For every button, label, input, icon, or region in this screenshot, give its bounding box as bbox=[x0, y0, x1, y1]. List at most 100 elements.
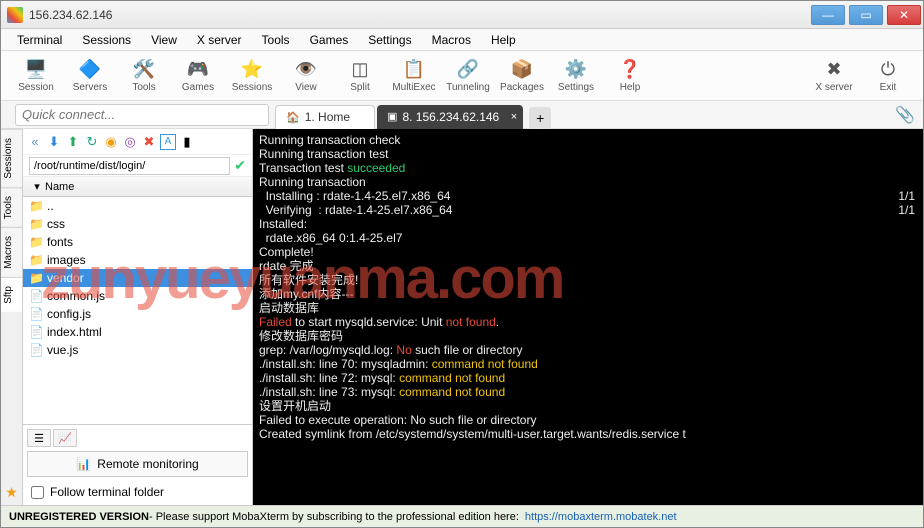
terminal-line: Running transaction test bbox=[259, 147, 917, 161]
sidetab-sftp[interactable]: Sftp bbox=[1, 277, 22, 312]
path-bar: ✔ bbox=[23, 155, 252, 177]
monitor-icon: 📊 bbox=[76, 457, 91, 471]
sidetab-sessions[interactable]: Sessions bbox=[1, 129, 22, 187]
terminal-line: rdate 完成 bbox=[259, 259, 917, 273]
follow-checkbox-input[interactable] bbox=[31, 486, 44, 499]
upload-icon[interactable]: ⬆ bbox=[65, 134, 81, 150]
menu-terminal[interactable]: Terminal bbox=[7, 31, 72, 49]
toolbar-split[interactable]: ◫Split bbox=[333, 59, 387, 93]
tree-view-icon[interactable]: ☰ bbox=[27, 429, 51, 447]
parent-dir-icon[interactable]: ◉ bbox=[103, 134, 119, 150]
download-icon[interactable]: ⬇ bbox=[46, 134, 62, 150]
toolbar-help[interactable]: ❓Help bbox=[603, 59, 657, 93]
toolbar-tunneling[interactable]: 🔗Tunneling bbox=[441, 59, 495, 93]
terminal-line: ./install.sh: line 73: mysql: command no… bbox=[259, 385, 917, 399]
sidebar-tab-strip: SessionsToolsMacrosSftp ★ bbox=[1, 129, 23, 505]
terminal-line: Failed to execute operation: No such fil… bbox=[259, 413, 917, 427]
file-row[interactable]: 📄vue.js bbox=[23, 341, 252, 359]
file-row[interactable]: 📁images bbox=[23, 251, 252, 269]
file-icon: 📁 bbox=[29, 199, 47, 213]
status-text: - Please support MobaXterm by subscribin… bbox=[149, 511, 519, 523]
file-icon: 📁 bbox=[29, 271, 47, 285]
tab-add-button[interactable]: + bbox=[529, 107, 551, 129]
file-row[interactable]: 📁.. bbox=[23, 197, 252, 215]
exit-icon: ⏻ bbox=[881, 59, 895, 80]
properties-icon[interactable]: A bbox=[160, 134, 176, 150]
file-row[interactable]: 📁css bbox=[23, 215, 252, 233]
sessions-icon: ⭐ bbox=[241, 59, 263, 80]
menu-sessions[interactable]: Sessions bbox=[72, 31, 141, 49]
file-icon: 📄 bbox=[29, 325, 47, 339]
terminal-line: 所有软件安装完成! bbox=[259, 273, 917, 287]
status-link[interactable]: https://mobaxterm.mobatek.net bbox=[525, 511, 677, 523]
toolbar-games[interactable]: 🎮Games bbox=[171, 59, 225, 93]
file-row[interactable]: 📁vendor bbox=[23, 269, 252, 287]
toolbar-settings[interactable]: ⚙️Settings bbox=[549, 59, 603, 93]
terminal-line: Running transaction check bbox=[259, 133, 917, 147]
games-icon: 🎮 bbox=[187, 59, 209, 80]
terminal-line: Complete! bbox=[259, 245, 917, 259]
toolbar-x server[interactable]: ✖X server bbox=[807, 59, 861, 93]
collapse-sidebar-icon[interactable]: « bbox=[27, 134, 43, 150]
toolbar-tools[interactable]: 🛠️Tools bbox=[117, 59, 171, 93]
file-icon: 📄 bbox=[29, 289, 47, 303]
terminal-line: rdate.x86_64 0:1.4-25.el7 bbox=[259, 231, 917, 245]
toolbar-multiexec[interactable]: 📋MultiExec bbox=[387, 59, 441, 93]
attachment-icon[interactable]: 📎 bbox=[895, 105, 915, 125]
terminal-line: ./install.sh: line 70: mysqladmin: comma… bbox=[259, 357, 917, 371]
terminal-output[interactable]: Running transaction checkRunning transac… bbox=[253, 129, 923, 505]
file-icon: 📁 bbox=[29, 253, 47, 267]
tools-icon: 🛠️ bbox=[133, 59, 155, 80]
help-icon: ❓ bbox=[619, 59, 641, 80]
tab-close-icon[interactable]: × bbox=[511, 111, 517, 123]
menu-games[interactable]: Games bbox=[300, 31, 359, 49]
delete-icon[interactable]: ✖ bbox=[141, 134, 157, 150]
sftp-sidebar: « ⬇ ⬆ ↻ ◉ ◎ ✖ A ▮ ✔ ▾ Name 📁..📁css📁fonts… bbox=[23, 129, 253, 505]
sidetab-macros[interactable]: Macros bbox=[1, 227, 22, 277]
close-button[interactable]: ✕ bbox=[887, 5, 921, 25]
toolbar-packages[interactable]: 📦Packages bbox=[495, 59, 549, 93]
toolbar-view[interactable]: 👁️View bbox=[279, 59, 333, 93]
toggle-icon[interactable]: ▮ bbox=[179, 134, 195, 150]
tunneling-icon: 🔗 bbox=[457, 59, 479, 80]
toolbar-session[interactable]: 🖥️Session bbox=[9, 59, 63, 93]
remote-monitoring-button[interactable]: 📊 Remote monitoring bbox=[27, 451, 248, 477]
file-row[interactable]: 📄common.js bbox=[23, 287, 252, 305]
file-list: 📁..📁css📁fonts📁images📁vendor📄common.js📄co… bbox=[23, 197, 252, 424]
toolbar-servers[interactable]: 🔷Servers bbox=[63, 59, 117, 93]
refresh-icon[interactable]: ↻ bbox=[84, 134, 100, 150]
terminal-line: Failed to start mysqld.service: Unit not… bbox=[259, 315, 917, 329]
menu-view[interactable]: View bbox=[141, 31, 187, 49]
file-row[interactable]: 📄index.html bbox=[23, 323, 252, 341]
file-row[interactable]: 📄config.js bbox=[23, 305, 252, 323]
settings-icon: ⚙️ bbox=[565, 59, 587, 80]
connect-bar: 🏠1. Home ▣8. 156.234.62.146× + 📎 bbox=[1, 101, 923, 129]
minimize-button[interactable]: — bbox=[811, 5, 845, 25]
file-icon: 📄 bbox=[29, 307, 47, 321]
new-folder-icon[interactable]: ◎ bbox=[122, 134, 138, 150]
multiexec-icon: 📋 bbox=[403, 59, 425, 80]
sidetab-tools[interactable]: Tools bbox=[1, 187, 22, 227]
tab-active-session[interactable]: ▣8. 156.234.62.146× bbox=[377, 105, 523, 129]
menu-tools[interactable]: Tools bbox=[252, 31, 300, 49]
favorite-icon[interactable]: ★ bbox=[1, 480, 22, 505]
follow-terminal-checkbox[interactable]: Follow terminal folder bbox=[27, 483, 248, 501]
home-icon: 🏠 bbox=[286, 111, 300, 124]
tree-buttons: ☰ 📈 bbox=[27, 429, 248, 447]
tab-home[interactable]: 🏠1. Home bbox=[275, 105, 375, 129]
toolbar-sessions[interactable]: ⭐Sessions bbox=[225, 59, 279, 93]
menu-settings[interactable]: Settings bbox=[358, 31, 421, 49]
toolbar-exit[interactable]: ⏻Exit bbox=[861, 59, 915, 93]
toolbar: 🖥️Session🔷Servers🛠️Tools🎮Games⭐Sessions👁… bbox=[1, 51, 923, 101]
menu-macros[interactable]: Macros bbox=[422, 31, 481, 49]
menu-help[interactable]: Help bbox=[481, 31, 526, 49]
menu-x-server[interactable]: X server bbox=[187, 31, 252, 49]
maximize-button[interactable]: ▭ bbox=[849, 5, 883, 25]
terminal-line: Running transaction bbox=[259, 175, 917, 189]
quick-connect-input[interactable] bbox=[15, 104, 269, 126]
file-list-header[interactable]: ▾ Name bbox=[23, 177, 252, 197]
path-input[interactable] bbox=[29, 157, 230, 175]
file-row[interactable]: 📁fonts bbox=[23, 233, 252, 251]
file-icon: 📁 bbox=[29, 217, 47, 231]
graph-view-icon[interactable]: 📈 bbox=[53, 429, 77, 447]
